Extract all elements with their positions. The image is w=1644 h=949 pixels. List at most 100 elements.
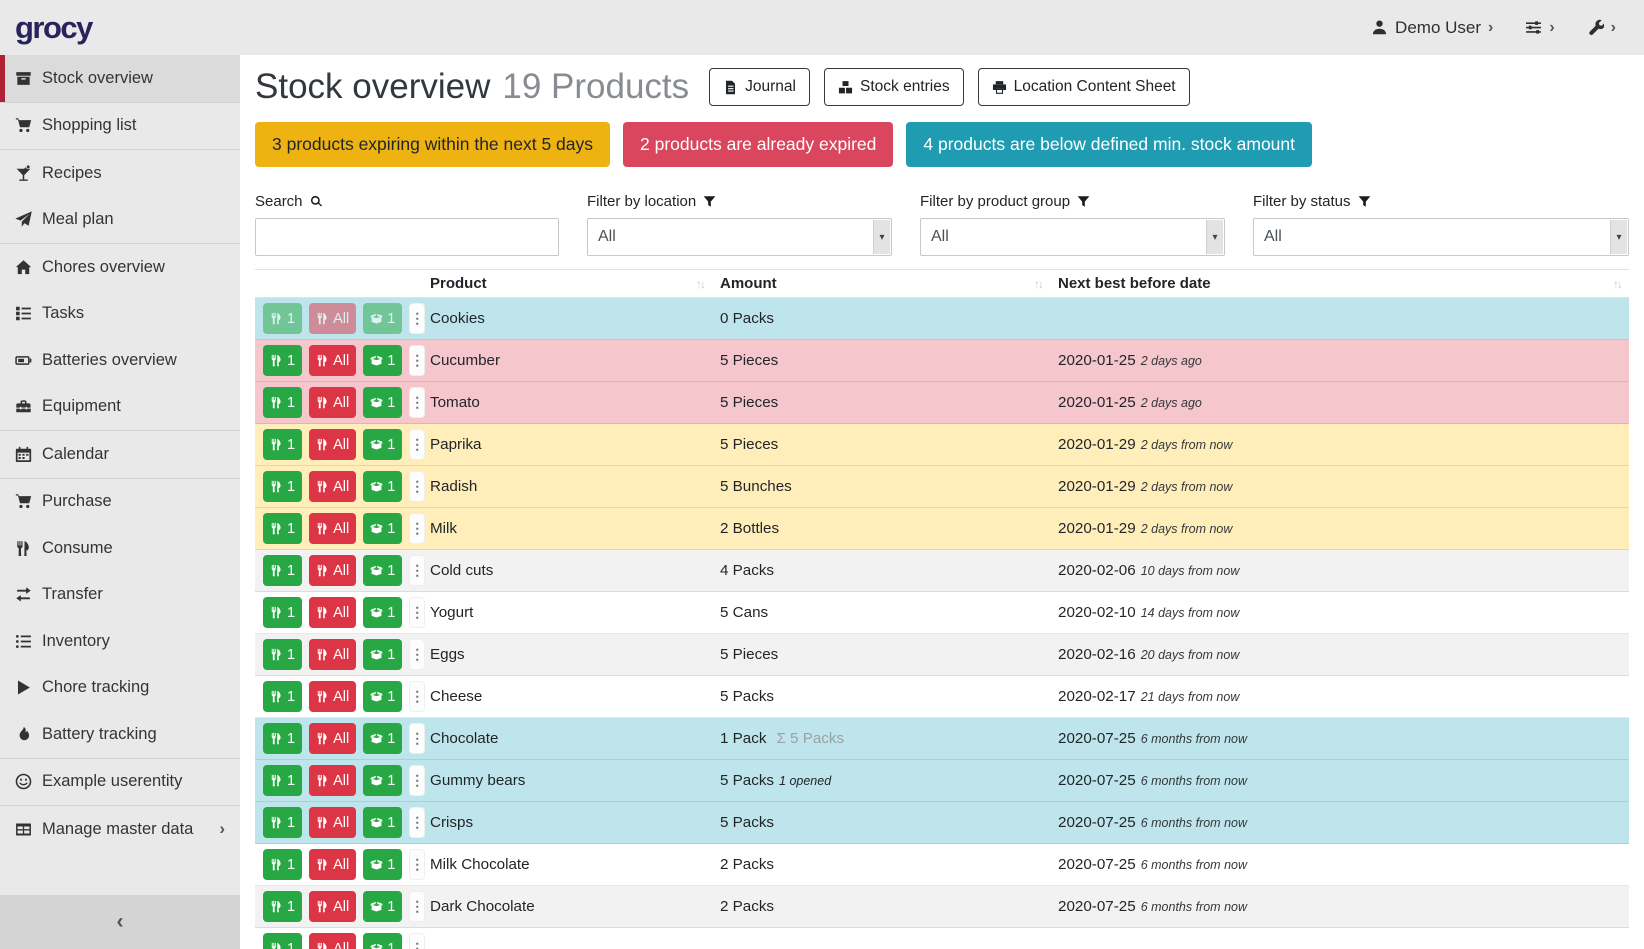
stock-entries-button[interactable]: Stock entries	[824, 68, 964, 106]
row-menu-button[interactable]: ⋮	[409, 849, 425, 880]
consume-one-button[interactable]: 1	[263, 471, 302, 502]
open-one-button[interactable]: 1	[363, 933, 402, 949]
row-menu-button[interactable]: ⋮	[409, 345, 425, 376]
col-product[interactable]: Product↑↓	[422, 270, 712, 298]
sidebar-item-transfer[interactable]: Transfer	[0, 572, 240, 619]
alert-danger[interactable]: 2 products are already expired	[623, 122, 893, 167]
sidebar-item-inventory[interactable]: Inventory	[0, 618, 240, 665]
consume-all-button[interactable]: All	[309, 471, 356, 502]
sidebar-item-meal-plan[interactable]: Meal plan	[0, 197, 240, 244]
consume-one-button[interactable]: 1	[263, 345, 302, 376]
consume-one-button[interactable]: 1	[263, 807, 302, 838]
row-menu-button[interactable]: ⋮	[409, 765, 425, 796]
open-one-button[interactable]: 1	[363, 387, 402, 418]
row-menu-button[interactable]: ⋮	[409, 471, 425, 502]
open-one-button[interactable]: 1	[363, 891, 402, 922]
consume-one-button[interactable]: 1	[263, 933, 302, 949]
consume-all-button[interactable]: All	[309, 849, 356, 880]
row-menu-button[interactable]: ⋮	[409, 807, 425, 838]
consume-one-button[interactable]: 1	[263, 765, 302, 796]
location-filter-select[interactable]: All ▾	[587, 218, 892, 256]
consume-all-button[interactable]: All	[309, 597, 356, 628]
open-one-button[interactable]: 1	[363, 765, 402, 796]
consume-all-button[interactable]: All	[309, 807, 356, 838]
location-content-sheet-button[interactable]: Location Content Sheet	[978, 68, 1190, 106]
sidebar-item-stock-overview[interactable]: Stock overview	[0, 55, 240, 102]
consume-all-button[interactable]: All	[309, 387, 356, 418]
consume-all-button[interactable]: All	[309, 303, 356, 334]
timeago-note: 2 days from now	[1141, 438, 1233, 452]
sidebar-item-battery-tracking[interactable]: Battery tracking	[0, 711, 240, 758]
open-one-button[interactable]: 1	[363, 303, 402, 334]
row-menu-button[interactable]: ⋮	[409, 303, 425, 334]
row-menu-button[interactable]: ⋮	[409, 639, 425, 670]
alert-info[interactable]: 4 products are below defined min. stock …	[906, 122, 1312, 167]
sidebar-item-manage-master-data[interactable]: Manage master data›	[0, 806, 240, 853]
consume-one-button[interactable]: 1	[263, 387, 302, 418]
sidebar-item-chore-tracking[interactable]: Chore tracking	[0, 665, 240, 712]
alert-warning[interactable]: 3 products expiring within the next 5 da…	[255, 122, 610, 167]
consume-one-button[interactable]: 1	[263, 597, 302, 628]
open-one-button[interactable]: 1	[363, 429, 402, 460]
consume-one-button[interactable]: 1	[263, 303, 302, 334]
sidebar-item-equipment[interactable]: Equipment	[0, 384, 240, 431]
open-one-button[interactable]: 1	[363, 723, 402, 754]
open-one-button[interactable]: 1	[363, 597, 402, 628]
row-menu-button[interactable]: ⋮	[409, 513, 425, 544]
sidebar-item-purchase[interactable]: Purchase	[0, 479, 240, 526]
sidebar-item-consume[interactable]: Consume	[0, 525, 240, 572]
consume-one-button[interactable]: 1	[263, 681, 302, 712]
sidebar-item-example-userentity[interactable]: Example userentity	[0, 759, 240, 806]
open-one-button[interactable]: 1	[363, 849, 402, 880]
consume-all-button[interactable]: All	[309, 933, 356, 949]
consume-all-button[interactable]: All	[309, 345, 356, 376]
sidebar-item-calendar[interactable]: Calendar	[0, 431, 240, 478]
consume-all-button[interactable]: All	[309, 555, 356, 586]
open-one-button[interactable]: 1	[363, 555, 402, 586]
search-input[interactable]	[255, 218, 559, 256]
consume-all-button[interactable]: All	[309, 681, 356, 712]
status-filter-select[interactable]: All ▾	[1253, 218, 1629, 256]
consume-one-button[interactable]: 1	[263, 849, 302, 880]
open-one-button[interactable]: 1	[363, 513, 402, 544]
consume-all-button[interactable]: All	[309, 723, 356, 754]
sidebar-item-shopping-list[interactable]: Shopping list	[0, 103, 240, 150]
consume-one-button[interactable]: 1	[263, 429, 302, 460]
row-menu-button[interactable]: ⋮	[409, 387, 425, 418]
app-logo[interactable]: grocy	[15, 10, 92, 46]
col-amount[interactable]: Amount↑↓	[712, 270, 1050, 298]
row-menu-button[interactable]: ⋮	[409, 555, 425, 586]
consume-all-button[interactable]: All	[309, 765, 356, 796]
consume-all-button[interactable]: All	[309, 513, 356, 544]
row-menu-button[interactable]: ⋮	[409, 597, 425, 628]
open-one-button[interactable]: 1	[363, 807, 402, 838]
sidebar-item-chores-overview[interactable]: Chores overview	[0, 244, 240, 291]
consume-all-button[interactable]: All	[309, 429, 356, 460]
admin-menu[interactable]: ›	[1587, 19, 1616, 37]
sidebar-item-tasks[interactable]: Tasks	[0, 291, 240, 338]
sidebar-collapse-button[interactable]: ‹	[0, 895, 240, 949]
col-next-best-before-date[interactable]: Next best before date↑↓	[1050, 270, 1629, 298]
user-menu[interactable]: Demo User ›	[1371, 18, 1493, 38]
consume-all-button[interactable]: All	[309, 639, 356, 670]
row-menu-button[interactable]: ⋮	[409, 933, 425, 949]
row-menu-button[interactable]: ⋮	[409, 429, 425, 460]
row-menu-button[interactable]: ⋮	[409, 723, 425, 754]
consume-one-button[interactable]: 1	[263, 513, 302, 544]
open-one-button[interactable]: 1	[363, 639, 402, 670]
open-one-button[interactable]: 1	[363, 471, 402, 502]
open-one-button[interactable]: 1	[363, 681, 402, 712]
sidebar-item-recipes[interactable]: Recipes	[0, 150, 240, 197]
consume-one-button[interactable]: 1	[263, 891, 302, 922]
consume-all-button[interactable]: All	[309, 891, 356, 922]
consume-one-button[interactable]: 1	[263, 555, 302, 586]
sidebar-item-batteries-overview[interactable]: Batteries overview	[0, 337, 240, 384]
open-one-button[interactable]: 1	[363, 345, 402, 376]
row-menu-button[interactable]: ⋮	[409, 891, 425, 922]
product-group-filter-select[interactable]: All ▾	[920, 218, 1225, 256]
consume-one-button[interactable]: 1	[263, 639, 302, 670]
settings-menu[interactable]: ›	[1525, 19, 1554, 37]
journal-button[interactable]: Journal	[709, 68, 810, 106]
row-menu-button[interactable]: ⋮	[409, 681, 425, 712]
consume-one-button[interactable]: 1	[263, 723, 302, 754]
